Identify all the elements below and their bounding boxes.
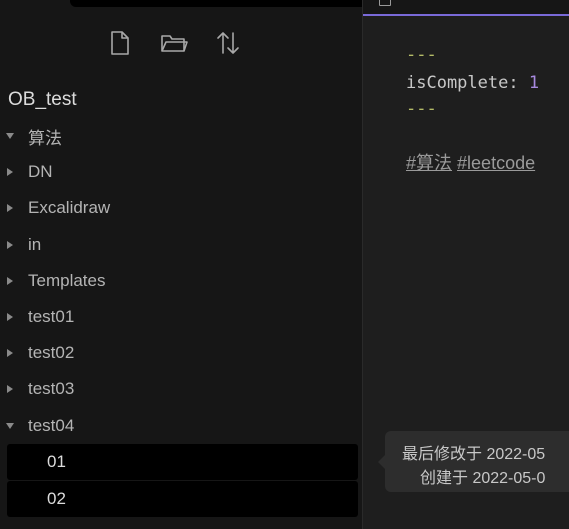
new-note-icon — [111, 31, 129, 55]
sort-button[interactable] — [214, 28, 242, 58]
explorer-toolbar — [106, 28, 242, 58]
caret-right-icon — [7, 313, 13, 322]
new-folder-button[interactable] — [160, 28, 188, 58]
tag-line: #算法 #leetcode — [406, 149, 535, 175]
frontmatter-separator: : — [508, 73, 529, 93]
tree-folder-label: Templates — [28, 270, 106, 290]
tree-folder-label: DN — [28, 162, 53, 182]
file-info-tooltip: 最后修改于 2022-05 创建于 2022-05-0 — [378, 431, 569, 492]
new-note-button[interactable] — [106, 28, 134, 58]
tooltip-arrow — [378, 455, 385, 469]
document-icon — [379, 0, 391, 6]
caret-right-icon — [7, 240, 13, 249]
tree-folder-dn[interactable]: DN — [0, 154, 362, 190]
tree-folder-in[interactable]: in — [0, 227, 362, 263]
frontmatter-open: --- — [406, 45, 437, 65]
tree-folder-label: test01 — [28, 307, 75, 327]
tag-link[interactable]: #leetcode — [457, 153, 535, 173]
frontmatter-close: --- — [406, 99, 437, 119]
frontmatter-value: 1 — [528, 73, 540, 93]
tree-folder-label: in — [28, 234, 42, 254]
tree-folder-label: test04 — [28, 415, 75, 435]
tree-file-label: 02 — [47, 489, 66, 508]
tag-link[interactable]: #算法 — [406, 153, 452, 173]
app-window: OB_test 算法 DN Excalidraw in Templates te… — [0, 0, 569, 529]
tree-folder-label: test02 — [28, 343, 75, 363]
tooltip-modified: 最后修改于 2022-05 — [402, 446, 546, 463]
caret-right-icon — [7, 276, 13, 285]
tree-folder-test03[interactable]: test03 — [0, 371, 362, 407]
caret-down-icon — [6, 422, 14, 429]
tree-folder-test02[interactable]: test02 — [0, 335, 362, 371]
tree-file-01[interactable]: 01 — [7, 444, 358, 480]
tree-folder-suanfa[interactable]: 算法 — [0, 118, 362, 154]
folder-tree: 算法 DN Excalidraw in Templates test01 tes… — [0, 118, 362, 444]
frontmatter-line: isComplete: 1 — [406, 73, 539, 93]
tree-file-label: 01 — [47, 452, 66, 471]
tree-folder-test04[interactable]: test04 — [0, 408, 362, 444]
sidebar-header-strip — [70, 0, 362, 7]
caret-right-icon — [7, 385, 13, 394]
tree-file-02[interactable]: 02 — [7, 481, 358, 517]
tree-folder-label: test03 — [28, 379, 75, 399]
caret-right-icon — [7, 349, 13, 358]
caret-down-icon — [6, 133, 14, 140]
tree-folder-excalidraw[interactable]: Excalidraw — [0, 190, 362, 226]
new-folder-icon — [161, 35, 188, 52]
tab-header — [363, 0, 569, 16]
file-explorer-sidebar: OB_test 算法 DN Excalidraw in Templates te… — [0, 0, 362, 529]
caret-right-icon — [7, 168, 13, 177]
tooltip-created: 创建于 2022-05-0 — [420, 470, 546, 487]
sort-icon — [217, 32, 239, 54]
tree-folder-templates[interactable]: Templates — [0, 263, 362, 299]
tree-folder-test01[interactable]: test01 — [0, 299, 362, 335]
frontmatter-key: isComplete — [406, 73, 509, 93]
tree-folder-label: 算法 — [28, 128, 62, 148]
tree-folder-label: Excalidraw — [28, 198, 111, 218]
caret-right-icon — [7, 204, 13, 213]
vault-name[interactable]: OB_test — [8, 89, 77, 111]
